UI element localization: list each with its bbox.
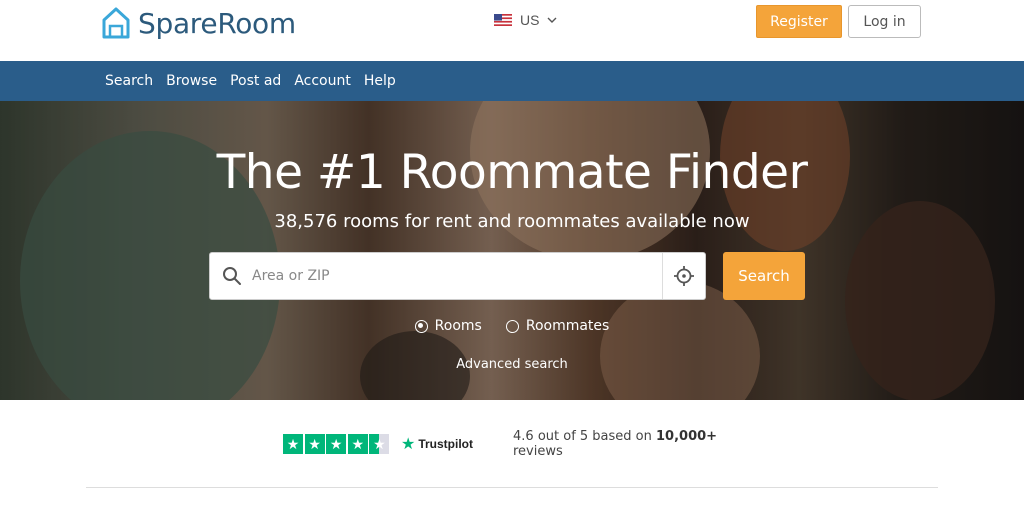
radio-roommates[interactable]: Roommates <box>505 318 610 334</box>
nav-item-browse[interactable]: Browse <box>166 73 217 89</box>
trustpilot-rating[interactable]: ★ ★ ★ ★ ★ ★ Trustpilot 4.6 out of 5 base… <box>283 429 743 459</box>
rating-suffix: reviews <box>512 444 563 459</box>
chevron-down-icon <box>547 17 557 23</box>
logo-text: SpareRoom <box>138 6 296 40</box>
hero-subtitle: 38,576 rooms for rent and roommates avai… <box>274 211 750 232</box>
login-button[interactable]: Log in <box>848 5 921 38</box>
rating-prefix: out of 5 based on <box>537 429 652 444</box>
radio-rooms-label: Rooms <box>434 318 482 334</box>
review-count: 10,000+ <box>656 429 718 444</box>
main-nav: Search Browse Post ad Account Help <box>0 61 1024 101</box>
nav-item-help[interactable]: Help <box>364 73 396 89</box>
search-icon <box>223 267 241 285</box>
search-box <box>209 252 706 300</box>
register-button[interactable]: Register <box>756 5 842 38</box>
site-header: SpareRoom US Register Log in <box>0 0 1024 60</box>
advanced-search-link[interactable]: Advanced search <box>0 357 1024 372</box>
star-icon: ★ <box>304 434 325 454</box>
star-icon: ★ <box>283 434 303 454</box>
star-icon: ★ <box>326 434 347 454</box>
trustpilot-logo: ★ Trustpilot <box>401 434 473 454</box>
search-input[interactable] <box>242 253 662 299</box>
locale-label: US <box>520 12 540 28</box>
nav-item-post-ad[interactable]: Post ad <box>230 73 281 89</box>
locale-selector[interactable]: US <box>494 12 557 28</box>
rating-summary: 4.6 out of 5 based on 10,000+ reviews <box>513 429 743 459</box>
star-icon: ★ <box>347 434 368 454</box>
trustpilot-brand: Trustpilot <box>418 437 473 451</box>
rating-stars: ★ ★ ★ ★ ★ <box>283 434 391 454</box>
search-type-radios: Rooms Roommates <box>0 318 1024 334</box>
home-logo-icon <box>102 7 130 39</box>
hero-banner: The #1 Roommate Finder 38,576 rooms for … <box>0 101 1024 400</box>
locate-me-button[interactable] <box>662 253 705 299</box>
search-button[interactable]: Search <box>723 252 805 300</box>
nav-item-account[interactable]: Account <box>294 73 351 89</box>
half-star-icon: ★ <box>369 434 390 454</box>
radio-rooms[interactable]: Rooms <box>414 318 482 334</box>
radio-unchecked-icon <box>505 319 519 333</box>
radio-roommates-label: Roommates <box>525 318 610 334</box>
rating-value: 4.6 <box>512 429 534 444</box>
hero-title: The #1 Roommate Finder <box>216 145 808 200</box>
nav-item-search[interactable]: Search <box>105 73 153 89</box>
logo[interactable]: SpareRoom <box>102 3 296 43</box>
section-divider <box>86 487 938 488</box>
trustpilot-star-icon: ★ <box>400 436 416 453</box>
crosshair-icon <box>674 266 694 286</box>
radio-checked-icon <box>414 319 428 333</box>
us-flag-icon <box>494 14 512 26</box>
